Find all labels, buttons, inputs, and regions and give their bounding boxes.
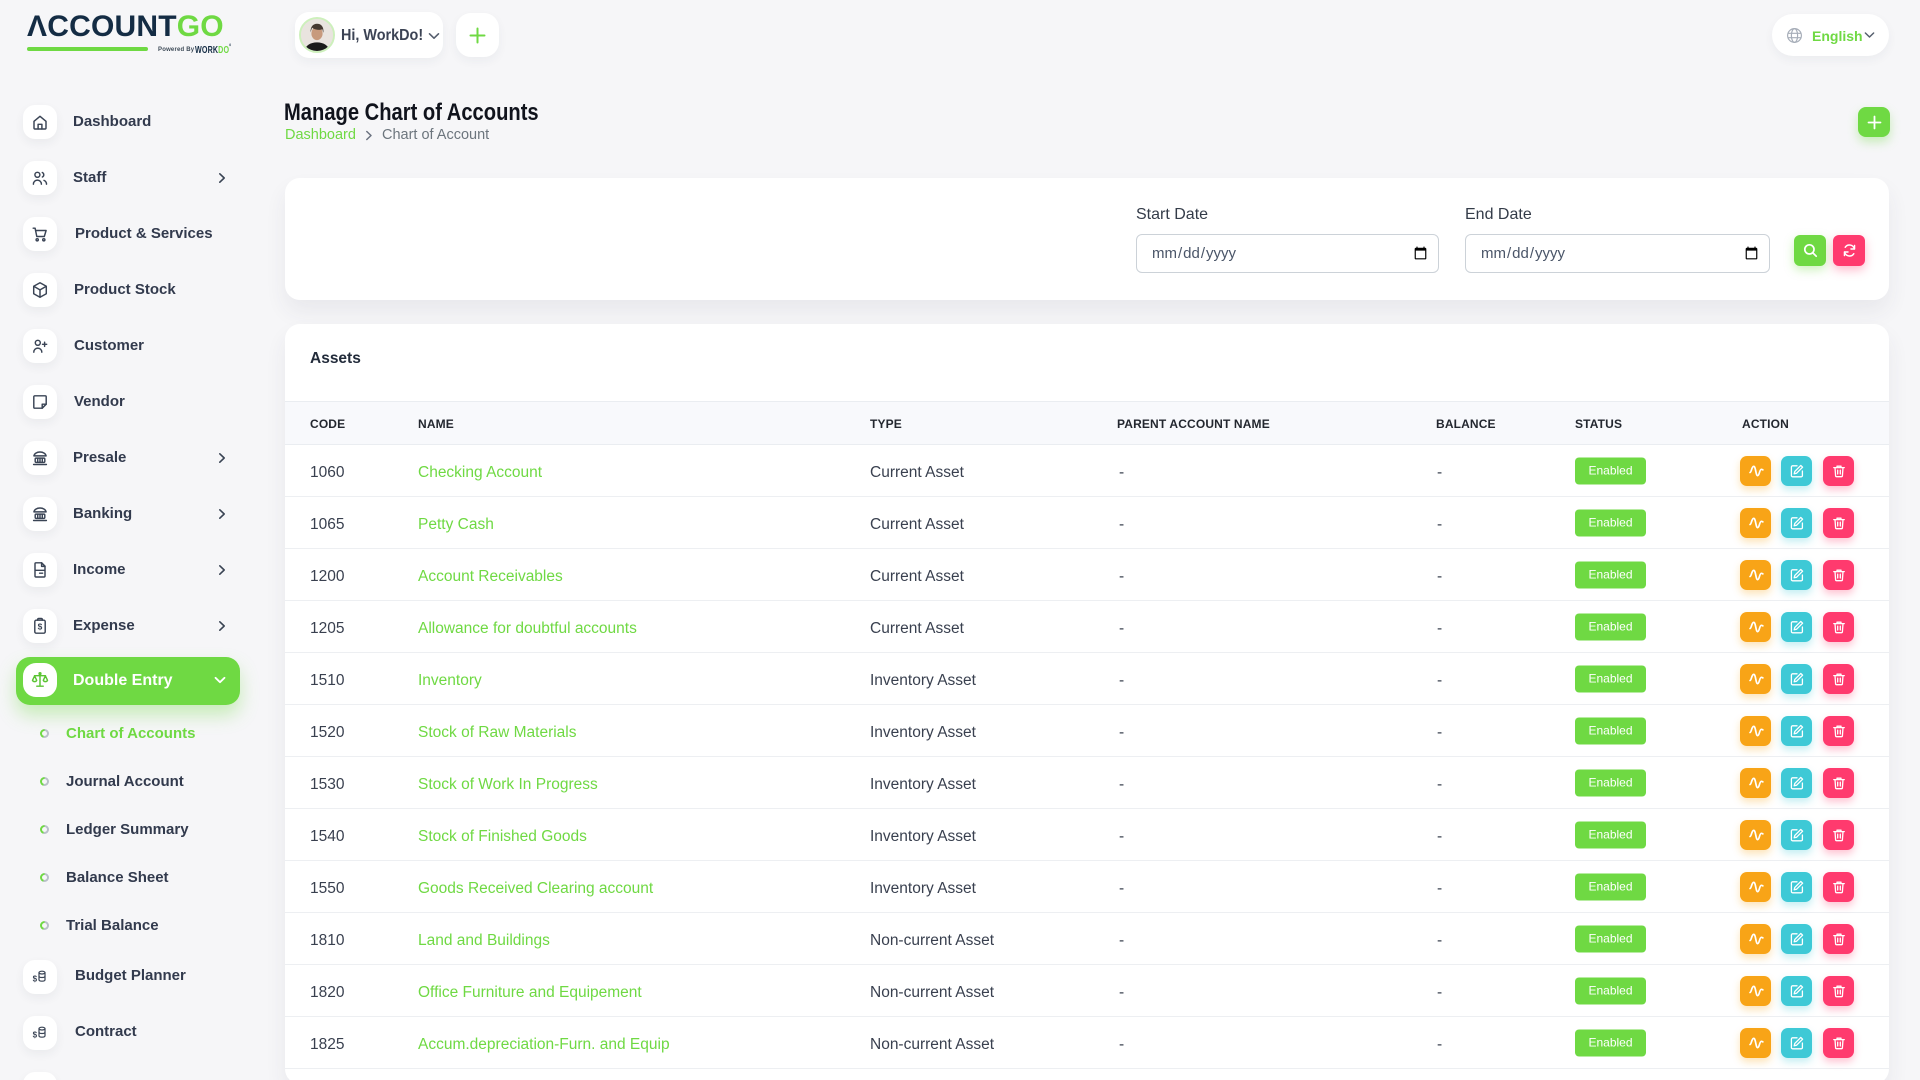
svg-text:$: $	[33, 974, 38, 983]
svg-text:$: $	[38, 622, 43, 632]
svg-text:$: $	[33, 1030, 38, 1039]
